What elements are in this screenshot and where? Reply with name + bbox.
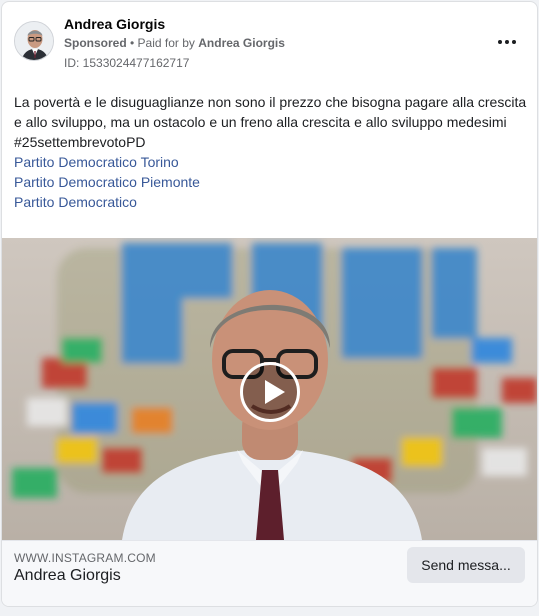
link-domain: WWW.INSTAGRAM.COM <box>14 551 156 565</box>
post-body: La povertà e le disuguaglianze non sono … <box>14 92 529 212</box>
avatar[interactable] <box>14 21 54 61</box>
sponsored-meta: Sponsored • Paid for by Andrea Giorgis <box>64 36 285 50</box>
link-footer[interactable]: WWW.INSTAGRAM.COM Andrea Giorgis Send me… <box>2 540 537 606</box>
ad-card: Andrea Giorgis Sponsored • Paid for by A… <box>1 1 538 607</box>
video-thumbnail[interactable] <box>2 238 537 540</box>
page-name[interactable]: Andrea Giorgis <box>64 16 165 32</box>
play-icon[interactable] <box>240 362 300 422</box>
send-message-button[interactable]: Send messa... <box>407 547 525 583</box>
sponsored-label: Sponsored <box>64 36 127 50</box>
meta-separator: • <box>126 36 138 50</box>
ad-id: ID: 1533024477162717 <box>64 56 190 70</box>
paid-for-prefix: Paid for by <box>137 36 199 50</box>
link-pd[interactable]: Partito Democratico <box>14 192 529 212</box>
more-options-icon[interactable] <box>495 34 519 50</box>
post-message: La povertà e le disuguaglianze non sono … <box>14 94 527 130</box>
link-pd-piemonte[interactable]: Partito Democratico Piemonte <box>14 172 529 192</box>
link-title[interactable]: Andrea Giorgis <box>14 567 121 585</box>
paid-for-name: Andrea Giorgis <box>198 36 285 50</box>
hashtag: #25settembrevotoPD <box>14 134 146 150</box>
link-pd-torino[interactable]: Partito Democratico Torino <box>14 152 529 172</box>
post-header: Andrea Giorgis Sponsored • Paid for by A… <box>2 2 537 82</box>
